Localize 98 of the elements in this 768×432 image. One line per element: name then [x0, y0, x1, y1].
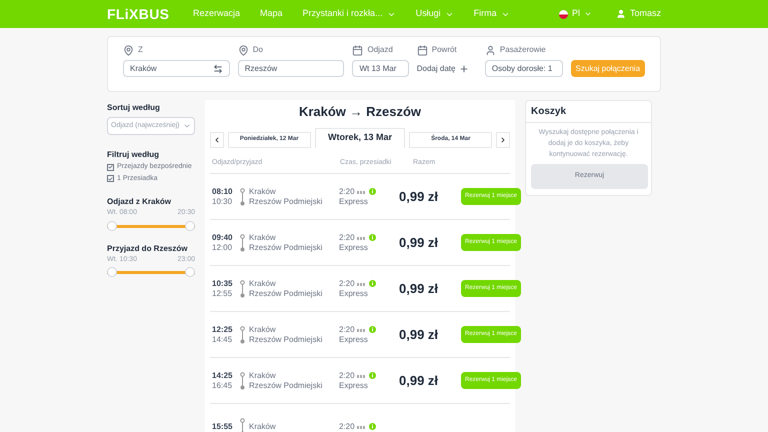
plus-icon: [459, 64, 470, 74]
seats-icon: [356, 424, 367, 428]
duration: 2:20: [339, 324, 355, 334]
checkbox-box[interactable]: [107, 164, 114, 171]
user-icon: [616, 9, 626, 19]
calendar-icon: [416, 44, 428, 56]
date-tab[interactable]: Wtorek, 13 Mar: [314, 128, 406, 148]
previous-day-button[interactable]: [210, 132, 224, 148]
info-icon: [368, 280, 376, 287]
filter-title: Filtruj według: [107, 149, 160, 161]
user-menu[interactable]: Tomasz: [616, 7, 661, 21]
info-icon: [368, 234, 376, 241]
nav-link[interactable]: Przystanki i rozkła...: [302, 7, 396, 21]
bus-type: Express: [339, 334, 369, 344]
departure-time: 12:25: [212, 324, 234, 334]
chevron-icon: [183, 122, 191, 130]
arrival-time: 14:45: [212, 334, 234, 344]
language-selector[interactable]: Pl: [558, 7, 592, 21]
price: 0,99 zł: [398, 234, 440, 252]
arrival-stop: Rzeszów Podmiejski: [249, 288, 324, 298]
info-icon: [368, 326, 376, 333]
arrival-stop: Rzeszów Podmiejski: [249, 196, 324, 206]
input-field[interactable]: Rzeszów: [238, 60, 344, 77]
departure-stop: Kraków: [249, 324, 277, 334]
duration: 2:20: [339, 422, 355, 432]
price: 0,99 zł: [398, 372, 440, 390]
departure-time: 08:10: [212, 186, 234, 196]
route-line-icon: [240, 188, 245, 206]
flag-icon: [558, 10, 568, 18]
range-slider[interactable]: [107, 267, 195, 277]
route-line-icon: [240, 326, 245, 344]
duration: 2:20: [339, 370, 355, 380]
arrival-stop: Rzeszów Podmiejski: [249, 380, 324, 390]
arrival-time: 10:30: [212, 196, 234, 206]
field-label: Z: [138, 44, 143, 56]
field-label: Powrót: [432, 44, 457, 56]
nav-link[interactable]: Usługi: [416, 7, 454, 21]
field-label: Odjazd: [367, 44, 393, 56]
price: 0,99 zł: [398, 280, 440, 298]
seats-icon: [356, 328, 367, 332]
logo: FLiXBUS: [107, 4, 170, 24]
add-date-button[interactable]: Dodaj datę: [416, 60, 477, 77]
duration: 2:20: [339, 186, 355, 196]
route-title: Kraków → Rzeszów: [298, 103, 422, 121]
nav-link[interactable]: Mapa: [260, 7, 283, 21]
seats-icon: [356, 374, 367, 378]
route-line-icon: [240, 372, 245, 390]
route-line-icon: [240, 280, 245, 298]
departure-stop: Kraków: [249, 370, 277, 380]
departure-time: 10:35: [212, 278, 234, 288]
checkbox-box[interactable]: [107, 175, 114, 182]
departure-time: 14:25: [212, 370, 234, 380]
chevron-icon: [584, 10, 592, 18]
departure-time: 15:55: [212, 422, 234, 432]
range-slider[interactable]: [107, 220, 195, 230]
bus-type: Express: [339, 242, 369, 252]
swap-icon: [212, 64, 223, 74]
pin-icon: [123, 44, 134, 56]
pin-icon: [238, 44, 249, 56]
field-label: Do: [252, 44, 263, 56]
input-field[interactable]: Wt 13 Mar: [352, 60, 409, 77]
arrival-stop: Rzeszów Podmiejski: [249, 242, 324, 252]
departure-stop: Kraków: [249, 422, 277, 432]
seats-icon: [356, 236, 367, 240]
bus-type: Express: [339, 380, 369, 390]
input-field[interactable]: Osoby dorosłe: 1: [484, 60, 563, 77]
route-line-icon: [240, 234, 245, 252]
slider-title: Przyjazd do Rzeszów: [107, 242, 188, 254]
search-button[interactable]: Szukaj połączenia: [570, 60, 646, 77]
arrival-stop: Rzeszów Podmiejski: [249, 334, 324, 344]
departure-stop: Kraków: [249, 232, 277, 242]
next-day-button[interactable]: [496, 132, 510, 148]
arrival-time: 16:45: [212, 380, 234, 390]
cart-title: Koszyk: [526, 101, 651, 123]
arrival-time: 12:00: [212, 242, 234, 252]
bus-type: Express: [339, 288, 369, 298]
departure-time: 09:40: [212, 232, 234, 242]
price: 0,99 zł: [398, 326, 440, 344]
route-line-icon: [240, 418, 245, 432]
sort-title: Sortuj według: [107, 102, 161, 114]
nav-link[interactable]: Firma: [474, 7, 510, 21]
arrival-time: 12:55: [212, 288, 234, 298]
info-icon: [368, 372, 376, 379]
calendar-icon: [352, 44, 364, 56]
price: 0,99 zł: [398, 188, 440, 206]
departure-stop: Kraków: [249, 278, 277, 288]
bus-type: Express: [339, 196, 369, 206]
departure-stop: Kraków: [249, 186, 277, 196]
nav-link[interactable]: Rezerwacja: [193, 7, 240, 21]
seats-icon: [356, 190, 367, 194]
duration: 2:20: [339, 232, 355, 242]
info-icon: [368, 188, 376, 195]
duration: 2:20: [339, 278, 355, 288]
slider-title: Odjazd z Kraków: [107, 196, 172, 208]
field-label: Pasażerowie: [500, 44, 546, 56]
seats-icon: [356, 282, 367, 286]
input-field[interactable]: Kraków: [123, 60, 230, 77]
user-icon: [484, 44, 496, 56]
